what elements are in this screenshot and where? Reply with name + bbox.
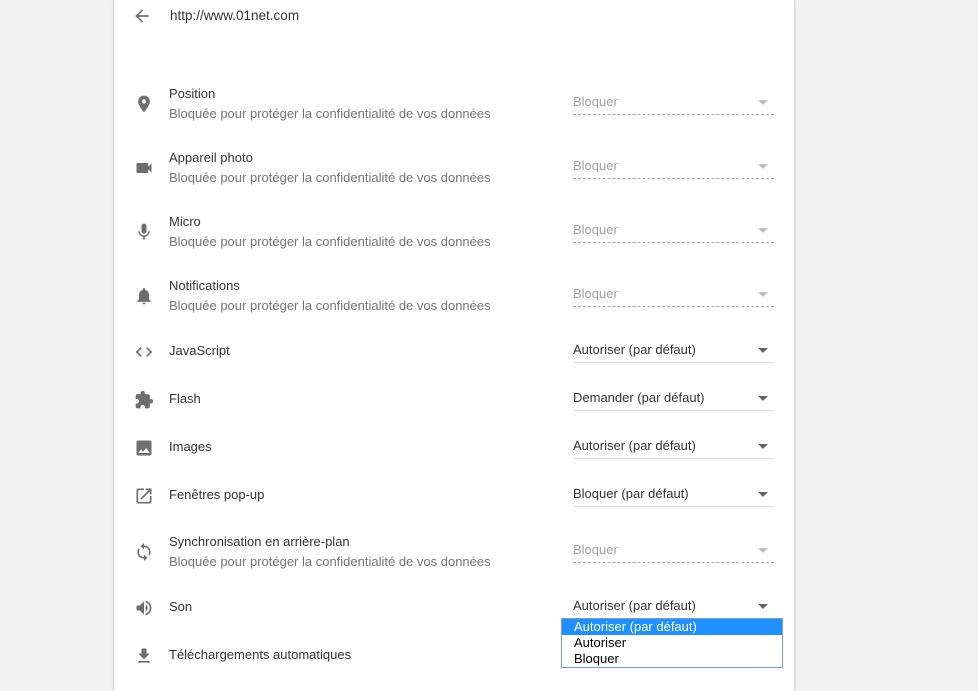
permission-row-images: Images Autoriser (par défaut) (114, 436, 794, 460)
microphone-icon (134, 222, 154, 242)
open-in-new-icon (134, 486, 154, 506)
select-value: Autoriser (par défaut) (573, 438, 696, 453)
popups-select[interactable]: Bloquer (par défaut) (573, 484, 774, 507)
notifications-select: Bloquer (573, 284, 774, 307)
select-value: Autoriser (par défaut) (573, 598, 696, 613)
code-icon (134, 342, 154, 362)
permission-row-sound: Son Autoriser (par défaut) (114, 596, 794, 620)
select-value: Bloquer (573, 222, 618, 237)
chevron-down-icon (758, 164, 768, 169)
chevron-down-icon (758, 444, 768, 449)
site-header: http://www.01net.com (114, 0, 794, 34)
download-icon (134, 646, 154, 666)
chevron-down-icon (758, 604, 768, 609)
permission-title: Notifications (169, 278, 240, 293)
camera-select: Bloquer (573, 156, 774, 179)
permission-title: Téléchargements automatiques (169, 647, 352, 662)
chevron-down-icon (758, 100, 768, 105)
site-settings-card: http://www.01net.com Position Bloquée po… (113, 0, 795, 691)
permission-subtitle: Bloquée pour protéger la confidentialité… (169, 554, 491, 569)
videocam-icon (134, 158, 154, 178)
permission-row-notifications: Notifications Bloquée pour protéger la c… (114, 276, 794, 320)
arrow-back-icon (135, 9, 149, 23)
permission-title: JavaScript (169, 343, 230, 358)
dropdown-option[interactable]: Autoriser (562, 635, 782, 651)
permission-title: Position (169, 86, 216, 101)
chevron-down-icon (758, 396, 768, 401)
position-select: Bloquer (573, 92, 774, 115)
permission-title: Synchronisation en arrière-plan (169, 534, 350, 549)
permission-subtitle: Bloquée pour protéger la confidentialité… (169, 234, 491, 249)
permission-row-background-sync: Synchronisation en arrière-plan Bloquée … (114, 532, 794, 576)
select-value: Bloquer (par défaut) (573, 486, 689, 501)
javascript-select[interactable]: Autoriser (par défaut) (573, 340, 774, 363)
permission-title: Images (169, 439, 212, 454)
site-url: http://www.01net.com (170, 8, 300, 23)
micro-select: Bloquer (573, 220, 774, 243)
images-select[interactable]: Autoriser (par défaut) (573, 436, 774, 459)
select-value: Demander (par défaut) (573, 390, 705, 405)
permission-row-flash: Flash Demander (par défaut) (114, 388, 794, 412)
volume-icon (134, 598, 154, 618)
permission-title: Fenêtres pop-up (169, 487, 265, 502)
select-value: Bloquer (573, 286, 618, 301)
permission-row-position: Position Bloquée pour protéger la confid… (114, 84, 794, 128)
flash-select[interactable]: Demander (par défaut) (573, 388, 774, 411)
permission-subtitle: Bloquée pour protéger la confidentialité… (169, 170, 491, 185)
background-sync-select: Bloquer (573, 540, 774, 563)
dropdown-option[interactable]: Bloquer (562, 651, 782, 667)
permission-title: Flash (169, 391, 201, 406)
permission-title: Son (169, 599, 193, 614)
sync-icon (134, 542, 154, 562)
chevron-down-icon (758, 548, 768, 553)
chevron-down-icon (758, 292, 768, 297)
bell-icon (134, 286, 154, 306)
permission-row-micro: Micro Bloquée pour protéger la confident… (114, 212, 794, 256)
select-value: Bloquer (573, 542, 618, 557)
permission-subtitle: Bloquée pour protéger la confidentialité… (169, 298, 491, 313)
select-value: Bloquer (573, 94, 618, 109)
permission-row-camera: Appareil photo Bloquée pour protéger la … (114, 148, 794, 192)
chevron-down-icon (758, 228, 768, 233)
permission-title: Appareil photo (169, 150, 253, 165)
location-pin-icon (134, 94, 154, 114)
permission-row-javascript: JavaScript Autoriser (par défaut) (114, 340, 794, 364)
select-value: Autoriser (par défaut) (573, 342, 696, 357)
sound-select[interactable]: Autoriser (par défaut) (573, 596, 774, 619)
chevron-down-icon (758, 492, 768, 497)
image-icon (134, 438, 154, 458)
permission-title: Micro (169, 214, 201, 229)
chevron-down-icon (758, 348, 768, 353)
dropdown-option[interactable]: Autoriser (par défaut) (562, 619, 782, 635)
sound-dropdown-list: Autoriser (par défaut) Autoriser Bloquer (561, 618, 783, 668)
permission-row-popups: Fenêtres pop-up Bloquer (par défaut) (114, 484, 794, 508)
select-value: Bloquer (573, 158, 618, 173)
puzzle-piece-icon (134, 390, 154, 410)
permission-subtitle: Bloquée pour protéger la confidentialité… (169, 106, 491, 121)
back-button[interactable] (132, 6, 152, 26)
